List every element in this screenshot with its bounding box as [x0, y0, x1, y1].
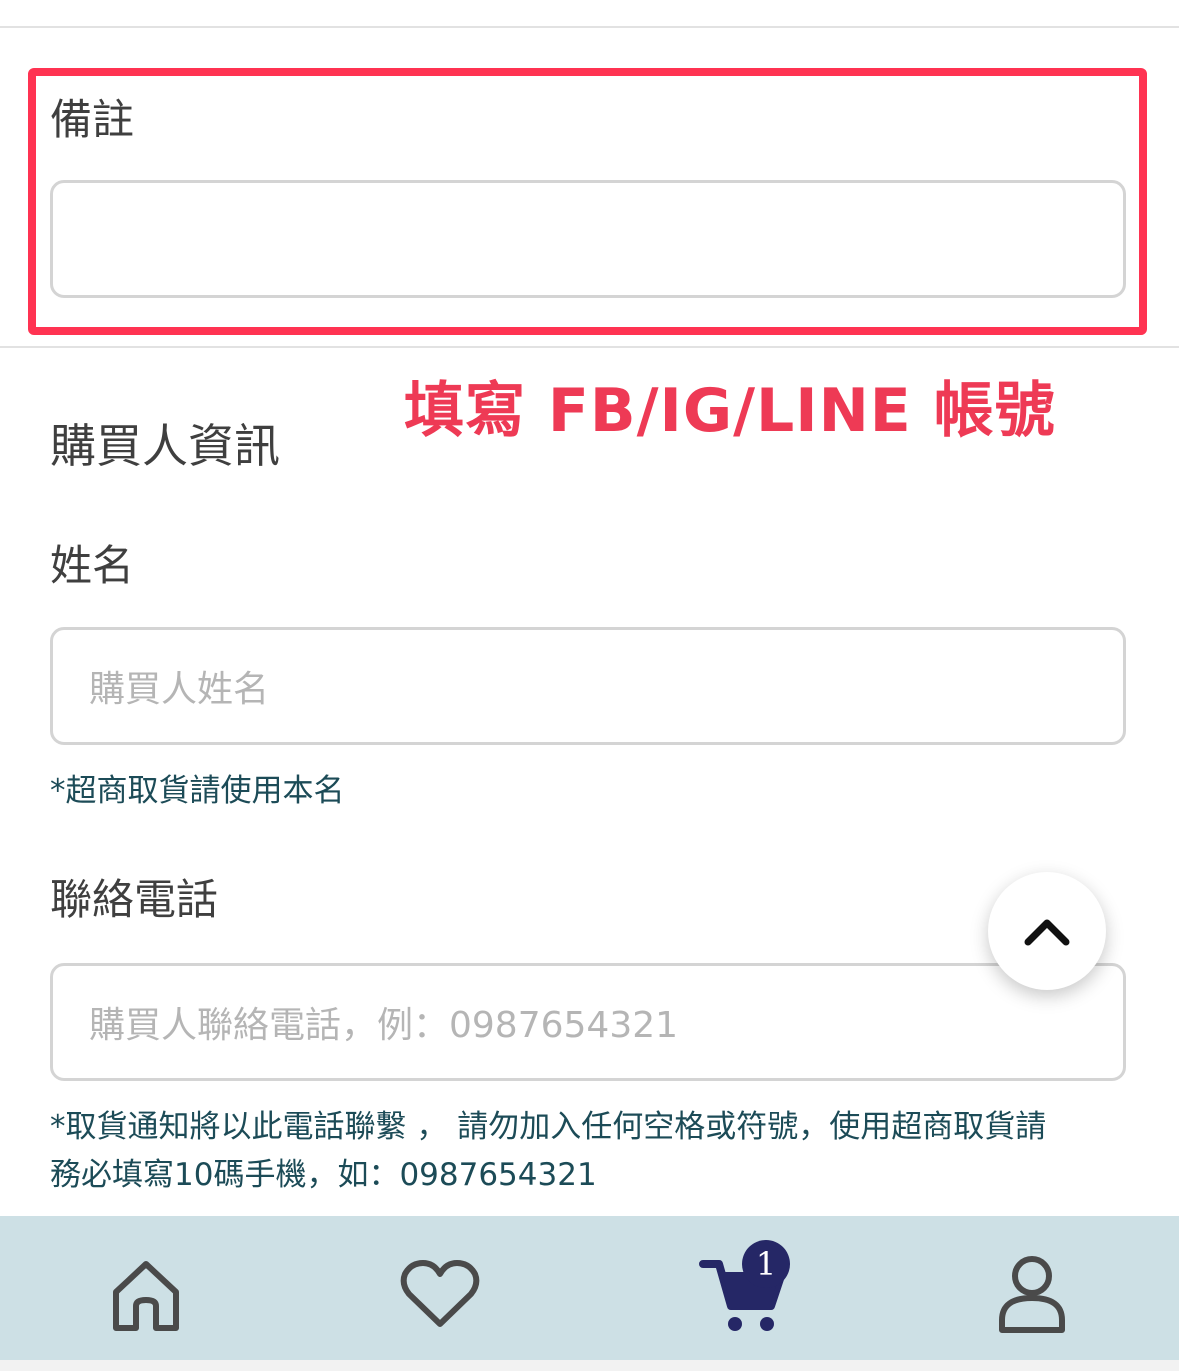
- user-icon: [999, 1256, 1065, 1333]
- name-note: *超商取貨請使用本名: [50, 773, 345, 809]
- name-input[interactable]: 購買人姓名: [50, 627, 1126, 745]
- bottom-edge: [0, 1360, 1179, 1371]
- phone-input[interactable]: 購買人聯絡電話，例：0987654321: [50, 963, 1126, 1081]
- phone-note-line-1: *取貨通知將以此電話聯繫 ， 請勿加入任何空格或符號，使用超商取貨請: [50, 1109, 1047, 1145]
- chevron-up-icon: [1024, 919, 1070, 946]
- phone-note-line-2: 務必填寫10碼手機，如：0987654321: [50, 1157, 597, 1193]
- home-icon: [113, 1261, 179, 1331]
- nav-favorites-button[interactable]: [392, 1246, 488, 1342]
- bottom-navigation-bar: [0, 1216, 1179, 1360]
- name-label: 姓名: [50, 541, 135, 590]
- phone-input-placeholder: 購買人聯絡電話，例：0987654321: [89, 1005, 679, 1046]
- heart-icon: [400, 1260, 480, 1327]
- buyer-section-title: 購買人資訊: [50, 419, 280, 473]
- phone-label: 聯絡電話: [50, 875, 219, 924]
- annotation-text: 填寫 FB/IG/LINE 帳號: [404, 376, 1056, 446]
- back-to-top-button[interactable]: [988, 872, 1106, 990]
- top-divider: [0, 26, 1179, 28]
- nav-account-button[interactable]: [984, 1246, 1080, 1342]
- remarks-label: 備註: [50, 95, 135, 144]
- nav-home-button[interactable]: [98, 1246, 194, 1342]
- section-divider: [0, 346, 1179, 348]
- remarks-input[interactable]: [50, 180, 1126, 298]
- name-input-placeholder: 購買人姓名: [89, 669, 270, 710]
- cart-count-badge: 1: [742, 1240, 790, 1288]
